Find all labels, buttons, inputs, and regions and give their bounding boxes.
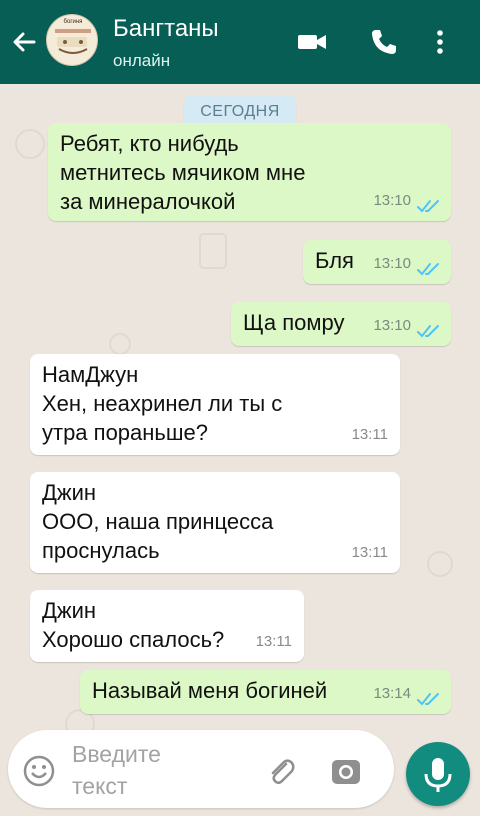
message-bubble-incoming[interactable]: НамДжун Хен, неахринел ли ты с утра пора…: [30, 354, 400, 455]
message-time: 13:11: [351, 426, 388, 443]
camera-button[interactable]: [330, 756, 362, 788]
video-call-button[interactable]: [296, 26, 328, 58]
paperclip-icon: [271, 759, 295, 785]
message-bubble-outgoing[interactable]: Называй меня богиней 13:14: [80, 670, 451, 714]
voice-message-button[interactable]: [406, 742, 470, 806]
message-time: 13:10: [373, 255, 411, 272]
message-bubble-outgoing[interactable]: Ща помру 13:10: [231, 302, 451, 346]
chat-status: онлайн: [113, 51, 171, 70]
video-camera-icon: [298, 35, 326, 49]
menu-button[interactable]: [430, 26, 450, 58]
read-receipt-icon: [417, 263, 439, 276]
message-time: 13:10: [373, 192, 411, 209]
read-receipt-icon: [417, 200, 439, 213]
chat-header: богиня Бангтаны онлайн: [0, 0, 480, 84]
message-bubble-incoming[interactable]: Джин Хорошо спалось? 13:11: [30, 590, 304, 662]
microphone-icon: [424, 758, 452, 792]
chat-title[interactable]: Бангтаны: [113, 15, 219, 43]
message-bubble-outgoing[interactable]: Ребят, кто нибудь метнитесь мячиком мне …: [48, 123, 451, 221]
phone-icon: [372, 30, 396, 54]
message-text: ООО, наша принцесса проснулась: [42, 509, 274, 563]
voice-call-button[interactable]: [368, 26, 400, 58]
more-vertical-icon: [437, 30, 443, 54]
message-composer[interactable]: Введите текст: [8, 730, 394, 808]
read-receipt-icon: [417, 693, 439, 706]
read-receipt-icon: [417, 325, 439, 338]
message-sender[interactable]: НамДжун: [42, 360, 388, 389]
message-text: Хен, неахринел ли ты с утра пораньше?: [42, 391, 283, 445]
camera-icon: [332, 760, 360, 784]
emoji-button[interactable]: [22, 754, 56, 788]
message-time: 13:14: [373, 685, 411, 702]
avatar[interactable]: богиня: [46, 14, 98, 66]
avatar-picture: [55, 29, 91, 54]
back-button[interactable]: [8, 26, 40, 58]
message-bubble-outgoing[interactable]: Бля 13:10: [303, 240, 451, 284]
message-sender[interactable]: Джин: [42, 478, 388, 507]
message-time: 13:11: [255, 633, 292, 650]
attach-button[interactable]: [264, 754, 298, 788]
arrow-left-icon: [13, 32, 36, 52]
message-time: 13:10: [373, 317, 411, 334]
message-time: 13:11: [351, 544, 388, 561]
message-sender[interactable]: Джин: [42, 596, 292, 625]
emoji-icon: [23, 755, 55, 787]
message-bubble-incoming[interactable]: Джин ООО, наша принцесса проснулась 13:1…: [30, 472, 400, 573]
message-text: Хорошо спалось?: [42, 627, 225, 652]
message-input[interactable]: Введите текст: [72, 738, 222, 802]
